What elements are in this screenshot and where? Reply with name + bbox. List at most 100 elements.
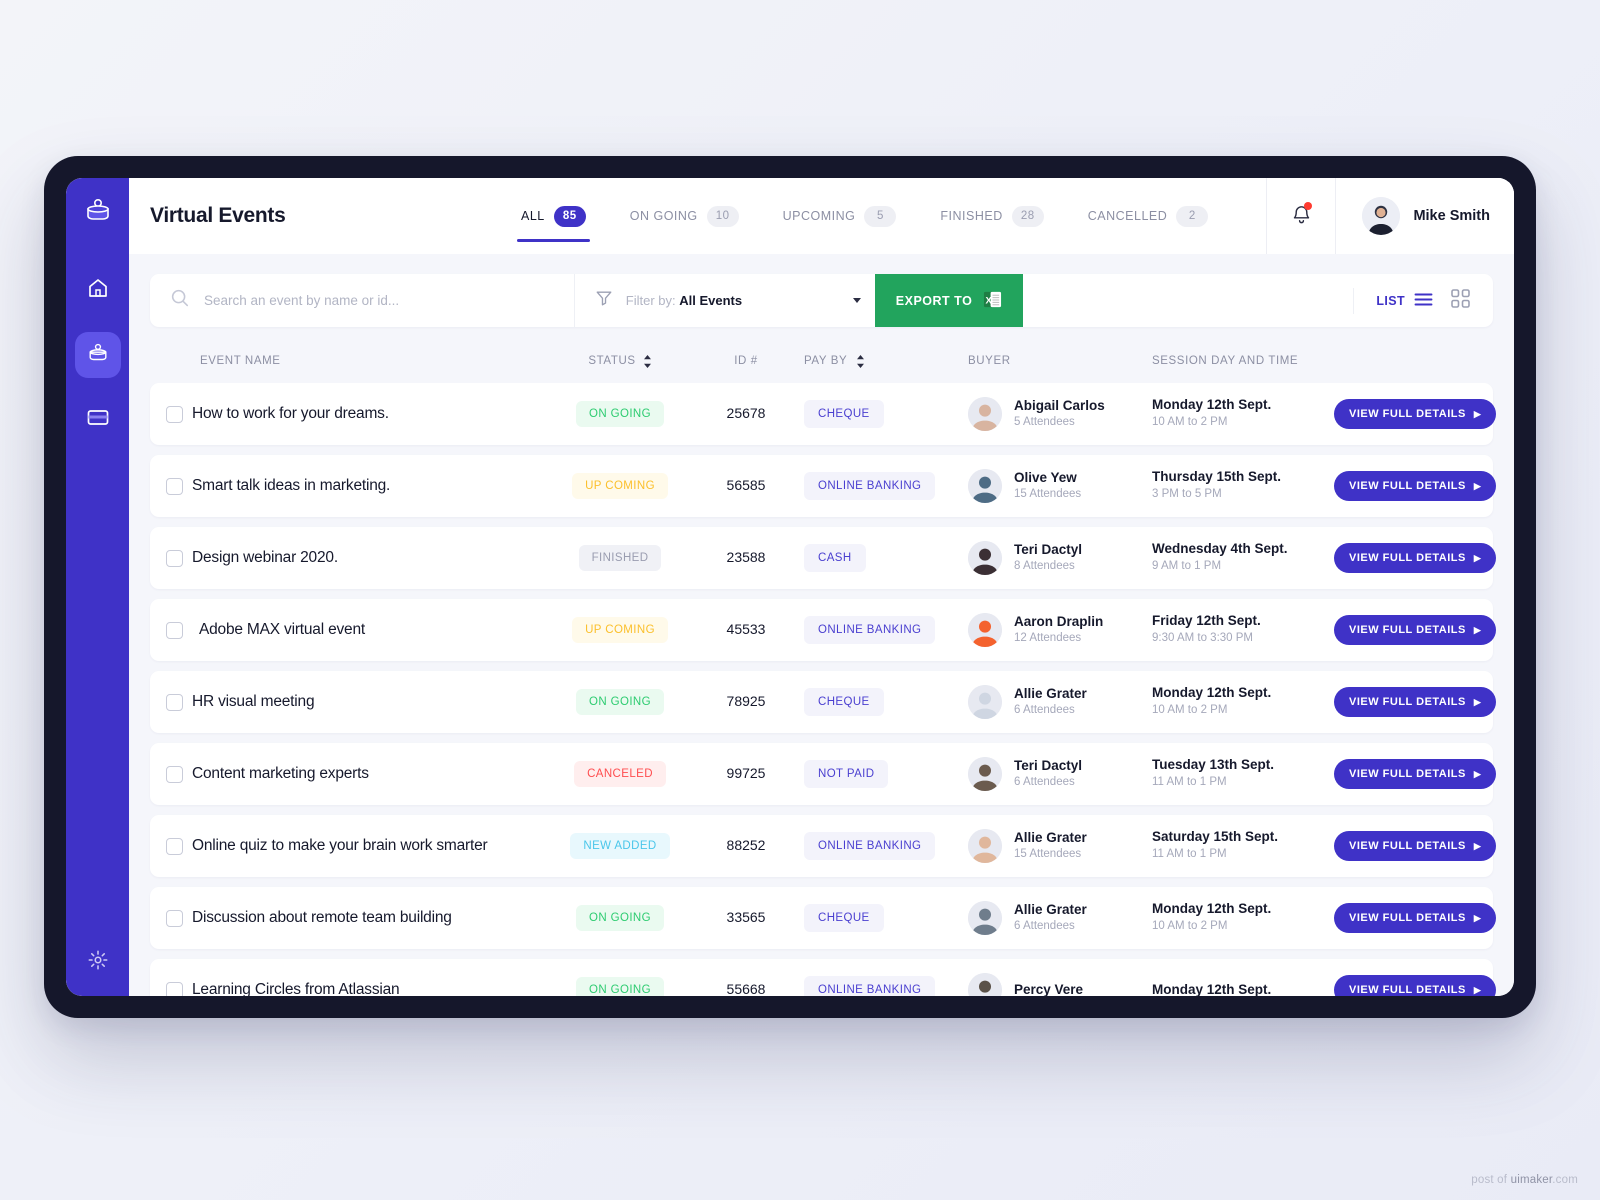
row-checkbox-cell (150, 765, 192, 783)
tab-all[interactable]: ALL 85 (499, 178, 608, 254)
sort-icon (856, 354, 865, 368)
status-badge: ON GOING (576, 977, 664, 996)
session-day: Saturday 15th Sept. (1152, 829, 1279, 845)
podium-logo-icon[interactable] (83, 196, 113, 231)
row-checkbox[interactable] (166, 621, 183, 639)
event-id: 56585 (726, 477, 766, 493)
tab-on-going[interactable]: ON GOING 10 (608, 178, 761, 254)
session-cell: Monday 12th Sept. 10 AM to 2 PM (1152, 685, 1334, 719)
row-checkbox[interactable] (166, 405, 183, 423)
row-checkbox[interactable] (166, 981, 183, 996)
tab-count-badge: 5 (864, 205, 897, 227)
user-menu[interactable]: Mike Smith (1336, 197, 1514, 235)
column-header-pay-by[interactable]: PAY BY (796, 354, 968, 368)
session-time: 10 AM to 2 PM (1152, 416, 1228, 429)
search-input[interactable] (204, 274, 574, 327)
row-checkbox[interactable] (166, 477, 183, 495)
row-action-cell: VIEW FULL DETAILS ▶ (1334, 903, 1508, 933)
session-day: Monday 12th Sept. (1152, 685, 1272, 701)
home-icon (86, 276, 110, 305)
view-full-details-button[interactable]: VIEW FULL DETAILS ▶ (1334, 903, 1497, 933)
view-full-details-button[interactable]: VIEW FULL DETAILS ▶ (1334, 831, 1497, 861)
table-row[interactable]: Discussion about remote team building ON … (150, 887, 1497, 949)
table-row[interactable]: Smart talk ideas in marketing. UP COMING 5… (150, 455, 1497, 517)
row-checkbox-cell (150, 981, 192, 996)
event-name-cell: Online quiz to make your brain work smar… (192, 837, 544, 855)
user-name: Mike Smith (1413, 208, 1490, 224)
view-full-details-label: VIEW FULL DETAILS (1349, 552, 1466, 564)
row-checkbox[interactable] (166, 693, 183, 711)
table-row[interactable]: Design webinar 2020. FINISHED 23588 CASH Ter… (150, 527, 1497, 589)
events-icon (85, 340, 111, 371)
table-row[interactable]: Content marketing experts CANCELED 99725 NO… (150, 743, 1497, 805)
tab-upcoming[interactable]: UPCOMING 5 (761, 178, 919, 254)
table-row[interactable]: Online quiz to make your brain work smar… (150, 815, 1497, 877)
buyer-attendees: 6 Attendees (1014, 703, 1075, 716)
toolbar: Filter by: All Events EXPORT TO (150, 274, 1493, 327)
pay-method-tag: CHEQUE (804, 688, 884, 716)
session-cell: Friday 12th Sept. 9:30 AM to 3:30 PM (1152, 613, 1334, 647)
column-header-event-name: EVENT NAME (200, 355, 281, 367)
sidebar-item-home[interactable] (75, 267, 121, 313)
column-header-buyer: BUYER (968, 355, 1011, 367)
buyer-avatar (968, 397, 1002, 431)
tab-cancelled[interactable]: CANCELLED 2 (1066, 178, 1231, 254)
column-header-id: ID # (734, 355, 758, 367)
table-row[interactable]: HR visual meeting ON GOING 78925 CHEQUE Alli… (150, 671, 1497, 733)
list-view-button[interactable]: LIST (1353, 287, 1433, 314)
table-row[interactable]: Adobe MAX virtual event UP COMING 45533 ONL… (150, 599, 1497, 661)
watermark: post of uimaker.com (1471, 1174, 1578, 1186)
view-full-details-button[interactable]: VIEW FULL DETAILS ▶ (1334, 399, 1497, 429)
view-full-details-button[interactable]: VIEW FULL DETAILS ▶ (1334, 975, 1497, 996)
row-checkbox[interactable] (166, 837, 183, 855)
tab-label: UPCOMING (782, 209, 856, 223)
view-full-details-button[interactable]: VIEW FULL DETAILS ▶ (1334, 759, 1497, 789)
view-full-details-label: VIEW FULL DETAILS (1349, 984, 1466, 996)
sidebar-item-settings[interactable] (66, 949, 129, 976)
sidebar-item-events[interactable] (74, 332, 121, 378)
notifications-button[interactable] (1266, 178, 1337, 254)
session-time: 10 AM to 2 PM (1152, 704, 1228, 717)
row-checkbox[interactable] (166, 909, 183, 927)
filter-label: Filter by: All Events (626, 293, 840, 308)
sidebar (66, 178, 129, 996)
event-id: 23588 (726, 549, 766, 565)
view-full-details-label: VIEW FULL DETAILS (1349, 840, 1466, 852)
status-cell: UP COMING (544, 473, 696, 499)
event-id-cell: 78925 (696, 693, 796, 711)
view-full-details-label: VIEW FULL DETAILS (1349, 408, 1466, 420)
pay-by-cell: CHEQUE (796, 904, 968, 932)
pay-method-tag: ONLINE BANKING (804, 616, 936, 644)
status-cell: ON GOING (544, 401, 696, 427)
session-cell: Tuesday 13th Sept. 11 AM to 1 PM (1152, 757, 1334, 791)
chevron-right-icon: ▶ (1473, 408, 1482, 419)
event-id-cell: 25678 (696, 405, 796, 423)
chevron-right-icon: ▶ (1473, 696, 1482, 707)
grid-view-button[interactable] (1451, 288, 1470, 313)
column-header-status[interactable]: STATUS (544, 354, 696, 368)
export-button[interactable]: EXPORT TO X (874, 274, 1024, 327)
filter-dropdown[interactable]: Filter by: All Events (575, 274, 875, 327)
session-time: 11 AM to 1 PM (1152, 776, 1227, 789)
view-full-details-button[interactable]: VIEW FULL DETAILS ▶ (1334, 471, 1497, 501)
session-day: Monday 12th Sept. (1152, 397, 1272, 413)
sidebar-item-billing[interactable] (75, 397, 121, 443)
buyer-name: Aaron Draplin (1014, 613, 1104, 629)
event-id-cell: 99725 (696, 765, 796, 783)
pay-method-tag: ONLINE BANKING (804, 472, 936, 500)
row-checkbox[interactable] (166, 765, 183, 783)
view-full-details-button[interactable]: VIEW FULL DETAILS ▶ (1334, 543, 1497, 573)
table-row[interactable]: Learning Circles from Atlassian ON GOING 5… (150, 959, 1497, 996)
view-full-details-button[interactable]: VIEW FULL DETAILS ▶ (1334, 687, 1497, 717)
table-row[interactable]: How to work for your dreams. ON GOING 2567… (150, 383, 1497, 445)
view-full-details-button[interactable]: VIEW FULL DETAILS ▶ (1334, 615, 1497, 645)
filter-icon (595, 289, 613, 312)
pay-by-cell: NOT PAID (796, 760, 968, 788)
row-checkbox[interactable] (166, 549, 183, 567)
main-content: Virtual Events ALL 85 ON GOING 10 UPCOMING 5 F… (129, 178, 1514, 996)
tab-finished[interactable]: FINISHED 28 (918, 178, 1065, 254)
status-badge: ON GOING (576, 401, 664, 427)
buyer-cell: Allie Grater 15 Attendees (968, 829, 1152, 863)
search-container (150, 274, 575, 327)
event-id: 55668 (726, 981, 766, 996)
